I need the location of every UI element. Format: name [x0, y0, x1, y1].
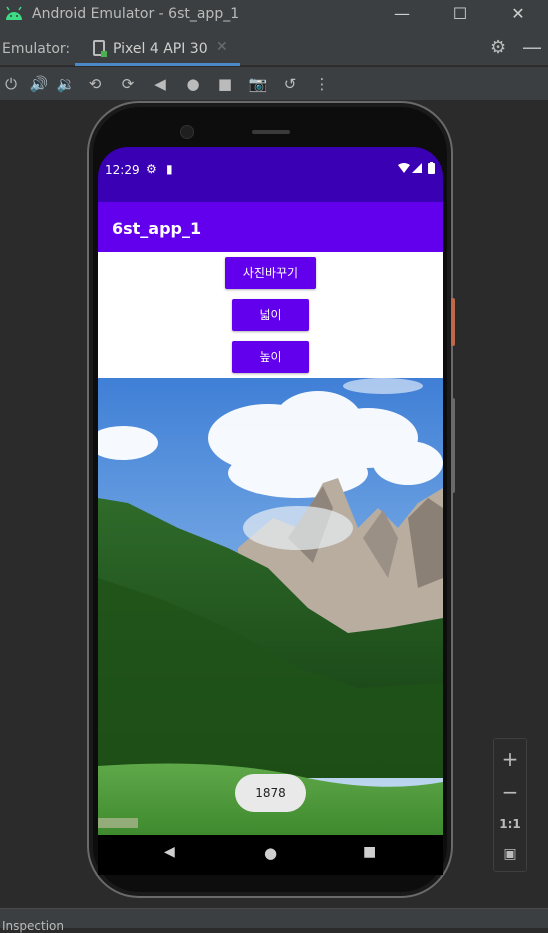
rotate-left-icon[interactable]: ⟲	[84, 73, 106, 95]
button-area: 사진바꾸기 넓이 높이	[98, 252, 443, 378]
navigation-bar: ◀ ● ■	[98, 835, 443, 875]
maximize-button[interactable]: ☐	[448, 3, 472, 27]
more-icon[interactable]: ⋮	[311, 73, 333, 95]
actual-size-button[interactable]: 1:1	[494, 817, 526, 831]
emulator-tabbar: Emulator: Pixel 4 API 30 ✕ ⚙ —	[0, 30, 548, 66]
zoom-out-button[interactable]: −	[494, 780, 526, 804]
sdcard-status-icon: ▮	[166, 162, 173, 176]
toast-message: 1878	[235, 774, 306, 812]
window-title: Android Emulator - 6st_app_1	[32, 6, 240, 22]
android-logo-icon	[6, 6, 22, 20]
emulator-toolbar: ⏻ 🔊 🔉 ⟲ ⟳ ◀ ● ■ 📷 ↺ ⋮	[0, 67, 548, 100]
settings-status-icon: ⚙	[146, 162, 157, 176]
app-title: 6st_app_1	[112, 219, 202, 238]
signal-icon	[412, 163, 422, 173]
app-bar: 6st_app_1	[98, 202, 443, 252]
minimize-button[interactable]: —	[390, 3, 414, 27]
tab-close-icon[interactable]: ✕	[216, 39, 228, 55]
tab-pixel-4-api-30[interactable]: Pixel 4 API 30 ✕	[75, 30, 240, 66]
bottom-toolwindow-bar: Inspection	[0, 908, 548, 933]
snapshot-icon[interactable]: ↺	[279, 73, 301, 95]
wifi-icon	[398, 163, 410, 173]
overview-icon[interactable]: ■	[214, 73, 236, 95]
nav-home-icon[interactable]: ●	[264, 844, 277, 862]
screenshot-icon[interactable]: 📷	[247, 73, 269, 95]
battery-icon	[428, 162, 435, 174]
power-side-button	[451, 298, 455, 346]
mountain-landscape-image	[98, 378, 443, 835]
volume-up-icon[interactable]: 🔊	[28, 73, 50, 95]
zoom-in-button[interactable]: +	[494, 747, 526, 771]
landscape-photo	[98, 378, 443, 835]
height-button[interactable]: 높이	[232, 341, 309, 373]
change-photo-button[interactable]: 사진바꾸기	[225, 257, 316, 289]
device-screen[interactable]: 12:29 ⚙ ▮ 6st_app_1 사진바꾸기 넓이 높이 1878 ◀ ●…	[98, 147, 443, 875]
device-icon	[93, 40, 107, 57]
inspection-label[interactable]: Inspection	[2, 919, 64, 933]
status-time: 12:29	[105, 163, 140, 177]
rotate-right-icon[interactable]: ⟳	[117, 73, 139, 95]
width-button[interactable]: 넓이	[232, 299, 309, 331]
hide-panel-icon[interactable]: —	[522, 35, 542, 59]
settings-icon[interactable]: ⚙	[490, 37, 506, 58]
nav-recents-icon[interactable]: ■	[363, 844, 376, 860]
zoom-controls: + − 1:1 ▣	[493, 738, 527, 872]
status-bar: 12:29 ⚙ ▮	[98, 147, 443, 202]
earpiece	[252, 130, 290, 134]
emulator-label: Emulator:	[2, 41, 71, 57]
front-camera	[180, 125, 194, 139]
home-icon[interactable]: ●	[182, 73, 204, 95]
volume-side-button	[451, 398, 455, 493]
close-button[interactable]: ✕	[506, 3, 530, 27]
tab-label: Pixel 4 API 30	[113, 41, 208, 57]
power-icon[interactable]: ⏻	[0, 73, 22, 95]
window-titlebar: Android Emulator - 6st_app_1 — ☐ ✕	[0, 0, 548, 30]
nav-back-icon[interactable]: ◀	[164, 844, 175, 860]
back-icon[interactable]: ◀	[149, 73, 171, 95]
fit-screen-icon[interactable]: ▣	[494, 846, 526, 862]
volume-down-icon[interactable]: 🔉	[55, 73, 77, 95]
